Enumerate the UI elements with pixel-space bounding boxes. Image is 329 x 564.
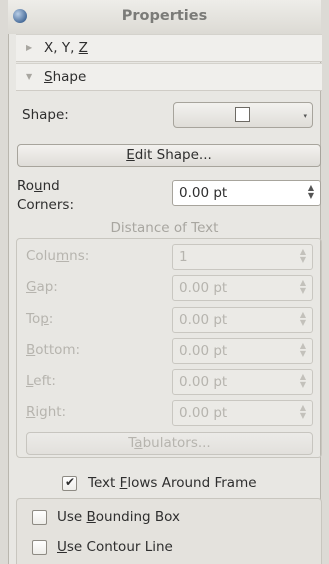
left-spinbox[interactable]: 0.00 pt ▲ ▼ [172,369,313,395]
text-flows-label: Text Flows Around Frame [88,475,257,491]
columns-label: Columns: [26,248,90,264]
right-value: 0.00 pt [179,405,228,421]
distance-of-text-title: Distance of Text [110,220,219,236]
section-label-shape: Shape [44,69,87,85]
rectangle-shape-icon [235,107,250,122]
round-corners-spinbox[interactable]: 0.00 pt ▲ ▼ [172,180,321,206]
section-header-shape[interactable]: ▼ Shape [16,63,322,91]
section-label-xyz: X, Y, Z [44,40,88,56]
section-header-xyz[interactable]: ▶ X, Y, Z [16,34,322,62]
use-contour-line-checkbox[interactable] [32,540,47,555]
spin-arrows-icon[interactable]: ▲ ▼ [300,373,306,389]
properties-panel: Properties ▶ X, Y, Z ▼ Shape Shape: ▾ Ed… [0,0,329,564]
left-value: 0.00 pt [179,374,228,390]
spin-arrows-icon[interactable]: ▲ ▼ [300,342,306,358]
top-spinbox[interactable]: 0.00 pt ▲ ▼ [172,307,313,333]
checkmark-icon: ✔ [65,475,76,489]
spin-arrows-icon[interactable]: ▲ ▼ [300,248,306,264]
bottom-value: 0.00 pt [179,343,228,359]
top-value: 0.00 pt [179,312,228,328]
spin-arrows-icon[interactable]: ▲ ▼ [300,311,306,327]
tabulators-button[interactable]: Tabulators... [26,432,313,455]
right-spinbox[interactable]: 0.00 pt ▲ ▼ [172,400,313,426]
collapse-arrow-icon: ▼ [26,72,33,81]
shape-dropdown[interactable]: ▾ [173,102,313,128]
chevron-down-icon: ▾ [303,112,307,120]
columns-spinbox[interactable]: 1 ▲ ▼ [172,244,313,270]
edit-shape-button[interactable]: Edit Shape... [17,144,321,167]
text-flows-checkbox[interactable]: ✔ [62,475,77,491]
gap-value: 0.00 pt [179,280,228,296]
panel-title: Properties [121,8,208,24]
use-contour-line-label: Use Contour Line [57,539,173,555]
top-label: Top: [26,311,54,327]
use-bounding-box-label: Use Bounding Box [57,509,180,525]
right-label: Right: [26,404,67,420]
bottom-label: Bottom: [26,342,81,358]
spin-arrows-icon[interactable]: ▲ ▼ [308,184,314,200]
bottom-spinbox[interactable]: 0.00 pt ▲ ▼ [172,338,313,364]
round-corners-value: 0.00 pt [179,185,228,201]
gap-label: Gap: [26,279,58,295]
expand-arrow-icon: ▶ [26,43,33,52]
gap-spinbox[interactable]: 0.00 pt ▲ ▼ [172,275,313,301]
use-bounding-box-checkbox[interactable] [32,510,47,525]
spin-arrows-icon[interactable]: ▲ ▼ [300,404,306,420]
round-corners-label: Round Corners: [17,178,74,213]
left-label: Left: [26,373,56,389]
shape-label: Shape: [22,107,69,123]
spin-arrows-icon[interactable]: ▲ ▼ [300,279,306,295]
columns-value: 1 [179,249,188,265]
